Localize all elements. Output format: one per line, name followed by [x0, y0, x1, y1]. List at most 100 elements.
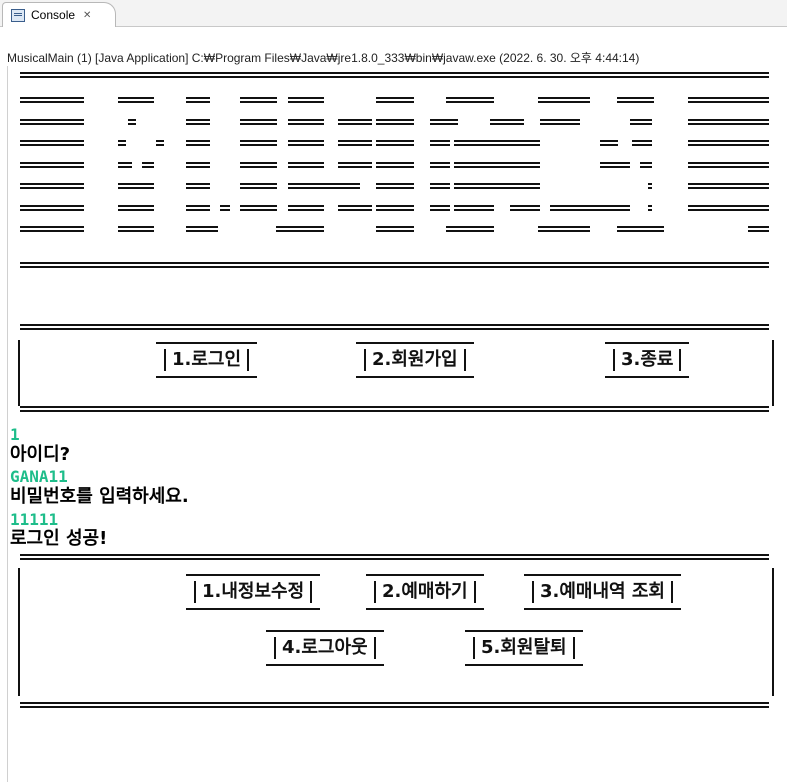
banner-dash: [186, 144, 210, 146]
banner-dash: [118, 226, 154, 228]
banner-dash: [20, 161, 84, 164]
banner-dash: [648, 183, 652, 185]
banner-dash: [630, 118, 652, 121]
banner-dash: [20, 122, 84, 125]
banner-dash: [20, 101, 84, 103]
banner-dash: [446, 230, 494, 232]
banner-dash: [288, 161, 324, 164]
banner-dash: [118, 101, 154, 103]
banner-dash: [240, 204, 277, 207]
banner-dash: [118, 165, 132, 168]
banner-dash: [538, 97, 590, 99]
banner-dash: [338, 118, 372, 121]
banner-dash: [617, 226, 664, 228]
banner-dash: [186, 118, 210, 121]
banner-dash: [688, 118, 769, 121]
banner-dash: [338, 161, 372, 164]
banner-dash: [617, 230, 664, 232]
banner-dash: [240, 101, 277, 103]
banner-dash: [454, 183, 540, 185]
banner-dash: [550, 208, 630, 211]
banner-dash: [20, 183, 84, 185]
banner-dash: [288, 165, 324, 168]
banner-dash: [186, 140, 210, 142]
console-output-line: 아이디?: [10, 444, 71, 465]
banner-dash: [288, 144, 324, 146]
banner-dash: [688, 101, 769, 103]
banner-dash: [376, 122, 414, 125]
banner-dash: [430, 208, 450, 211]
banner-dash: [240, 140, 277, 142]
banner-dash: [430, 165, 450, 168]
tab-console-label: Console: [31, 8, 76, 22]
banner-dash: [617, 97, 654, 99]
banner-dash: [376, 187, 414, 189]
banner-dash: [20, 187, 84, 189]
console-icon: [11, 8, 25, 22]
console-output[interactable]: 1.로그인 2.회원가입 3.종료 1 아이디? GANA11 비밀번호를 입력…: [0, 66, 787, 782]
banner-dash: [748, 230, 769, 232]
banner-dash: [538, 101, 590, 103]
banner-dash: [288, 101, 324, 103]
menu-item-reserve: 2.예매하기: [366, 574, 484, 610]
banner-dash: [688, 97, 769, 99]
banner-dash: [600, 144, 618, 146]
banner-dash: [430, 187, 450, 189]
menu-item-login: 1.로그인: [156, 342, 258, 378]
banner-dash: [240, 165, 277, 168]
banner-dash: [632, 144, 652, 146]
banner-dash: [20, 230, 84, 232]
banner-dash: [276, 226, 324, 228]
menu-item-reservation-history: 3.예매내역 조회: [524, 574, 681, 610]
banner-dash: [688, 165, 769, 168]
close-icon[interactable]: ✕: [83, 10, 91, 21]
console-output-line: 로그인 성공!: [10, 528, 108, 549]
banner-dash: [454, 208, 494, 211]
banner-dash: [20, 208, 84, 211]
banner-dash: [454, 161, 540, 164]
banner-dash: [240, 187, 277, 189]
banner-dash: [156, 140, 164, 142]
banner-dash: [118, 144, 126, 146]
banner-dash: [376, 183, 414, 185]
banner-dash: [240, 97, 277, 99]
banner-dash: [20, 204, 84, 207]
banner-dash: [640, 161, 652, 164]
banner-dash: [490, 118, 524, 121]
banner-dash: [376, 226, 414, 228]
banner-dash: [600, 165, 630, 168]
banner-dash: [186, 226, 218, 228]
menu-top-rule: [20, 324, 769, 330]
banner-dash: [288, 187, 360, 189]
banner-dash: [688, 183, 769, 185]
banner-dash: [186, 161, 210, 164]
banner-dash: [454, 140, 540, 142]
banner-dash: [20, 97, 84, 99]
banner-dash: [288, 122, 324, 125]
menu-bottom-rule: [20, 406, 769, 412]
banner-dash: [118, 161, 132, 164]
banner-dash: [430, 183, 450, 185]
banner-dash: [632, 140, 652, 142]
banner-dash: [688, 144, 769, 146]
banner-dash: [288, 97, 324, 99]
banner-dash: [118, 187, 154, 189]
banner-dash: [338, 144, 372, 146]
banner-dash: [490, 122, 524, 125]
banner-dash: [430, 204, 450, 207]
banner-dash: [748, 226, 769, 228]
banner-dash: [288, 140, 324, 142]
banner-dash: [186, 101, 210, 103]
banner-dash: [538, 226, 590, 228]
banner-dash: [376, 208, 414, 211]
banner-dash: [186, 204, 210, 207]
banner-dash: [688, 140, 769, 142]
banner-dash: [186, 208, 210, 211]
tab-console[interactable]: Console ✕: [2, 2, 116, 27]
banner-dash: [376, 204, 414, 207]
banner-dash: [220, 204, 230, 207]
banner-dash: [20, 144, 84, 146]
banner-dash: [454, 165, 540, 168]
banner-dash: [446, 226, 494, 228]
banner-dash: [338, 140, 372, 142]
